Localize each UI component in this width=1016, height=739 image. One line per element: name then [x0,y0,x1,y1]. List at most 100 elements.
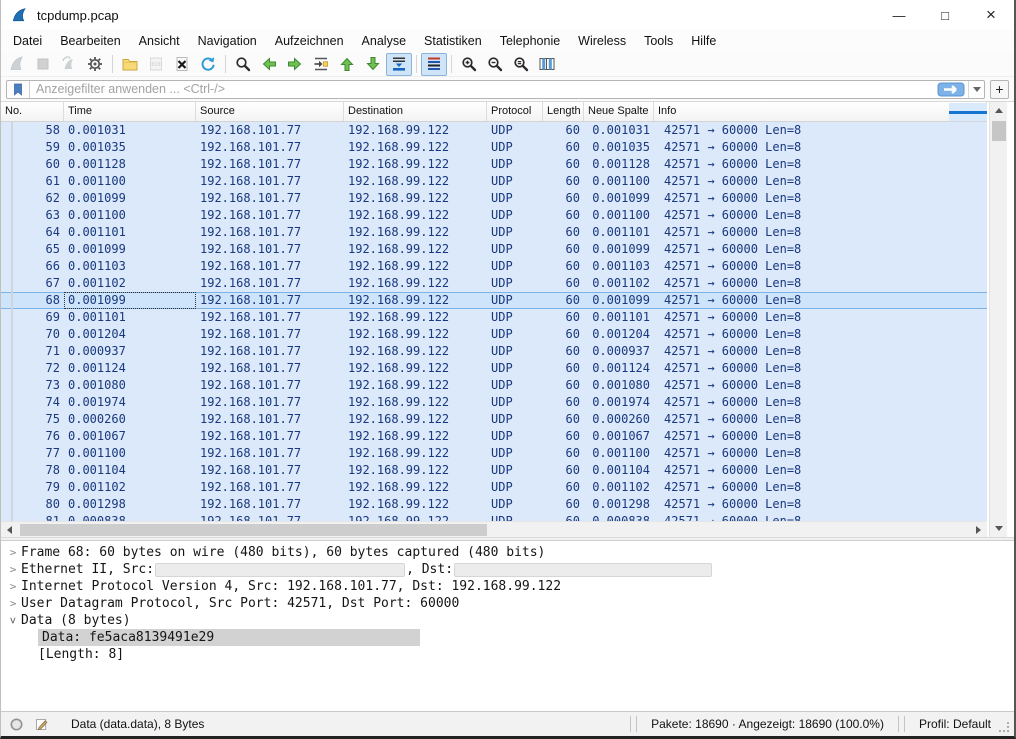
cell-info[interactable]: 42571 → 60000 Len=8 [654,496,987,513]
expand-icon[interactable]: > [5,595,21,612]
cell-destination[interactable]: 192.168.99.122 [344,190,487,207]
cell-protocol[interactable]: UDP [487,156,543,173]
detail-line-ip[interactable]: >Internet Protocol Version 4, Src: 192.1… [1,578,1014,595]
resize-columns-button[interactable] [534,53,560,76]
cell-protocol[interactable]: UDP [487,122,543,139]
cell-info[interactable]: 42571 → 60000 Len=8 [654,275,987,292]
cell-source[interactable]: 192.168.101.77 [196,122,344,139]
cell-length[interactable]: 60 [543,394,584,411]
packet-row-62[interactable]: 620.001099192.168.101.77192.168.99.122UD… [1,190,987,207]
cell-length[interactable]: 60 [543,207,584,224]
cell-time[interactable]: 0.001101 [64,309,196,326]
cell-time[interactable]: 0.001100 [64,207,196,224]
go-back-button[interactable] [256,53,282,76]
cell-destination[interactable]: 192.168.99.122 [344,241,487,258]
packet-row-66[interactable]: 660.001103192.168.101.77192.168.99.122UD… [1,258,987,275]
cell-info[interactable]: 42571 → 60000 Len=8 [654,360,987,377]
cell-protocol[interactable]: UDP [487,292,543,309]
close-button[interactable]: × [968,0,1014,30]
cell-destination[interactable]: 192.168.99.122 [344,275,487,292]
cell-info[interactable]: 42571 → 60000 Len=8 [654,377,987,394]
cell-neue[interactable]: 0.001031 [584,122,654,139]
detail-line-ethernet[interactable]: >Ethernet II, Src: , Dst: [1,561,1014,578]
cell-source[interactable]: 192.168.101.77 [196,377,344,394]
cell-time[interactable]: 0.001102 [64,275,196,292]
cell-destination[interactable]: 192.168.99.122 [344,258,487,275]
cell-protocol[interactable]: UDP [487,275,543,292]
cell-length[interactable]: 60 [543,360,584,377]
zoom-in-button[interactable] [456,53,482,76]
cell-info[interactable]: 42571 → 60000 Len=8 [654,445,987,462]
column-header-neue[interactable]: Neue Spalte [584,102,654,121]
cell-info[interactable]: 42571 → 60000 Len=8 [654,309,987,326]
cell-destination[interactable]: 192.168.99.122 [344,309,487,326]
cell-source[interactable]: 192.168.101.77 [196,275,344,292]
expand-icon[interactable]: > [5,561,21,578]
cell-length[interactable]: 60 [543,428,584,445]
packet-row-81[interactable]: 810.000838192.168.101.77192.168.99.122UD… [1,513,987,521]
cell-neue[interactable]: 0.001080 [584,377,654,394]
cell-protocol[interactable]: UDP [487,360,543,377]
cell-info[interactable]: 42571 → 60000 Len=8 [654,479,987,496]
packet-row-73[interactable]: 730.001080192.168.101.77192.168.99.122UD… [1,377,987,394]
packet-row-65[interactable]: 650.001099192.168.101.77192.168.99.122UD… [1,241,987,258]
packet-row-61[interactable]: 610.001100192.168.101.77192.168.99.122UD… [1,173,987,190]
cell-destination[interactable]: 192.168.99.122 [344,428,487,445]
packet-row-63[interactable]: 630.001100192.168.101.77192.168.99.122UD… [1,207,987,224]
column-header-protocol[interactable]: Protocol [487,102,543,121]
cell-source[interactable]: 192.168.101.77 [196,207,344,224]
cell-destination[interactable]: 192.168.99.122 [344,411,487,428]
cell-neue[interactable]: 0.001104 [584,462,654,479]
cell-destination[interactable]: 192.168.99.122 [344,292,487,309]
cell-time[interactable]: 0.001099 [64,190,196,207]
go-first-packet-button[interactable] [334,53,360,76]
packet-row-69[interactable]: 690.001101192.168.101.77192.168.99.122UD… [1,309,987,326]
scroll-up-arrow[interactable] [990,102,1008,119]
cell-destination[interactable]: 192.168.99.122 [344,326,487,343]
cell-length[interactable]: 60 [543,445,584,462]
close-file-button[interactable] [169,53,195,76]
cell-protocol[interactable]: UDP [487,241,543,258]
cell-destination[interactable]: 192.168.99.122 [344,122,487,139]
cell-source[interactable]: 192.168.101.77 [196,190,344,207]
packet-row-67[interactable]: 670.001102192.168.101.77192.168.99.122UD… [1,275,987,292]
cell-time[interactable]: 0.001100 [64,445,196,462]
cell-source[interactable]: 192.168.101.77 [196,139,344,156]
find-packet-button[interactable] [230,53,256,76]
vertical-scrollbar[interactable] [989,102,1007,537]
cell-length[interactable]: 60 [543,496,584,513]
cell-length[interactable]: 60 [543,258,584,275]
cell-info[interactable]: 42571 → 60000 Len=8 [654,292,987,309]
go-last-packet-button[interactable] [360,53,386,76]
packet-row-72[interactable]: 720.001124192.168.101.77192.168.99.122UD… [1,360,987,377]
cell-info[interactable]: 42571 → 60000 Len=8 [654,122,987,139]
cell-time[interactable]: 0.001204 [64,326,196,343]
cell-time[interactable]: 0.001031 [64,122,196,139]
cell-time[interactable]: 0.001067 [64,428,196,445]
cell-protocol[interactable]: UDP [487,513,543,521]
cell-destination[interactable]: 192.168.99.122 [344,479,487,496]
menu-analyse[interactable]: Analyse [353,32,415,50]
cell-neue[interactable]: 0.000838 [584,513,654,521]
cell-length[interactable]: 60 [543,139,584,156]
cell-protocol[interactable]: UDP [487,326,543,343]
cell-neue[interactable]: 0.000937 [584,343,654,360]
cell-time[interactable]: 0.001100 [64,173,196,190]
filter-bookmark-icon[interactable] [7,81,30,98]
cell-length[interactable]: 60 [543,241,584,258]
cell-length[interactable]: 60 [543,292,584,309]
cell-neue[interactable]: 0.001100 [584,173,654,190]
menu-hilfe[interactable]: Hilfe [682,32,725,50]
packet-row-78[interactable]: 780.001104192.168.101.77192.168.99.122UD… [1,462,987,479]
cell-source[interactable]: 192.168.101.77 [196,513,344,521]
resize-grip[interactable] [999,722,1011,734]
cell-destination[interactable]: 192.168.99.122 [344,173,487,190]
cell-source[interactable]: 192.168.101.77 [196,360,344,377]
cell-neue[interactable]: 0.001102 [584,479,654,496]
capture-comment-icon[interactable] [34,717,49,732]
packet-row-60[interactable]: 600.001128192.168.101.77192.168.99.122UD… [1,156,987,173]
cell-length[interactable]: 60 [543,326,584,343]
cell-neue[interactable]: 0.001099 [584,241,654,258]
cell-neue[interactable]: 0.001035 [584,139,654,156]
open-file-button[interactable] [117,53,143,76]
